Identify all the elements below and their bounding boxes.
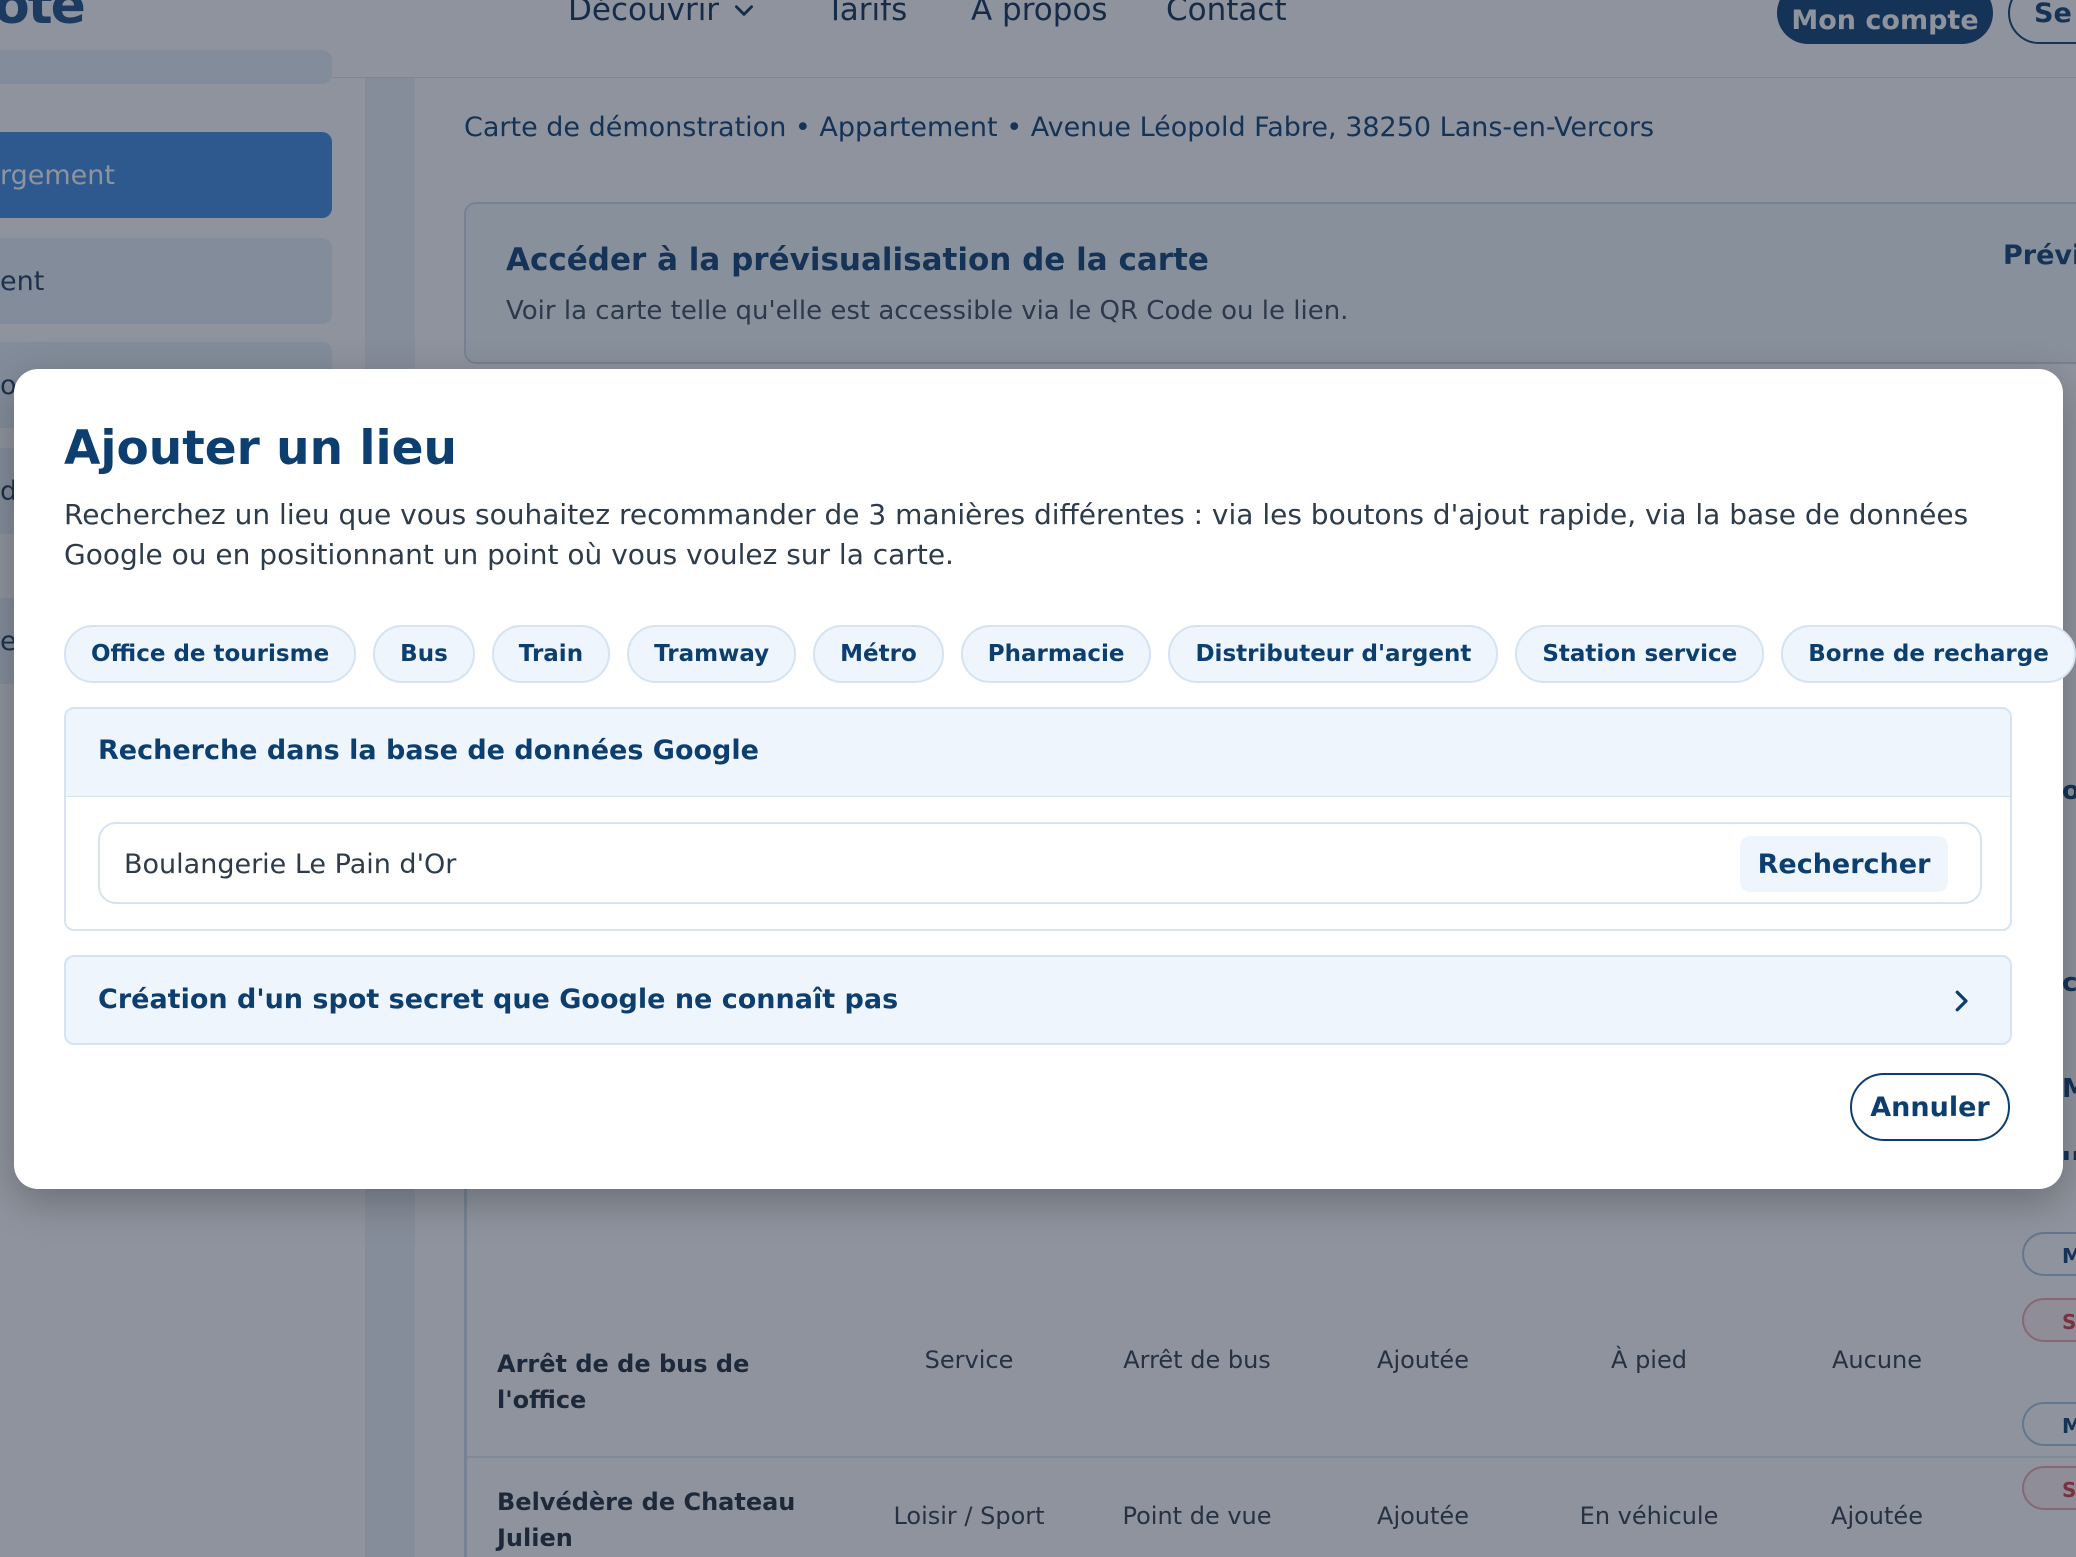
modal-description: Recherchez un lieu que vous souhaitez re… — [64, 498, 1969, 571]
secret-spot-label: Création d'un spot secret que Google ne … — [98, 984, 899, 1015]
secret-spot-toggle[interactable]: Création d'un spot secret que Google ne … — [64, 955, 2012, 1045]
google-search-field: Rechercher — [98, 822, 1982, 904]
quick-add-bus[interactable]: Bus — [373, 625, 475, 683]
quick-add-buttons: Office de tourisme Bus Train Tramway Mét… — [64, 625, 2076, 683]
google-search-section: Recherche dans la base de données Google… — [64, 707, 2012, 931]
quick-add-distributeur[interactable]: Distributeur d'argent — [1168, 625, 1499, 683]
search-button[interactable]: Rechercher — [1740, 836, 1948, 892]
quick-add-train[interactable]: Train — [491, 625, 611, 683]
google-search-input[interactable] — [124, 842, 1424, 886]
add-place-modal: Ajouter un lieu Recherchez un lieu que v… — [14, 369, 2076, 1189]
quick-add-office-de-tourisme[interactable]: Office de tourisme — [64, 625, 357, 683]
quick-add-borne-de-recharge[interactable]: Borne de recharge — [1781, 625, 2076, 683]
chevron-right-icon — [1955, 990, 1968, 1012]
google-search-title: Recherche dans la base de données Google — [98, 735, 759, 766]
modal-title: Ajouter un lieu — [64, 421, 457, 476]
search-button-container: Rechercher — [1426, 836, 1948, 892]
google-search-header[interactable]: Recherche dans la base de données Google — [66, 709, 2010, 797]
quick-add-tramway[interactable]: Tramway — [627, 625, 797, 683]
cancel-button[interactable]: Annuler — [1850, 1073, 2010, 1141]
quick-add-metro[interactable]: Métro — [813, 625, 944, 683]
quick-add-station-service[interactable]: Station service — [1515, 625, 1765, 683]
quick-add-pharmacie[interactable]: Pharmacie — [960, 625, 1152, 683]
